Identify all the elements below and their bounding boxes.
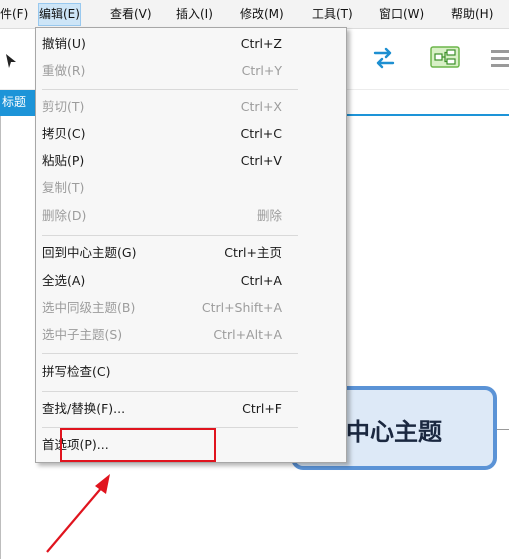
- annotation-arrow-icon: [46, 474, 110, 553]
